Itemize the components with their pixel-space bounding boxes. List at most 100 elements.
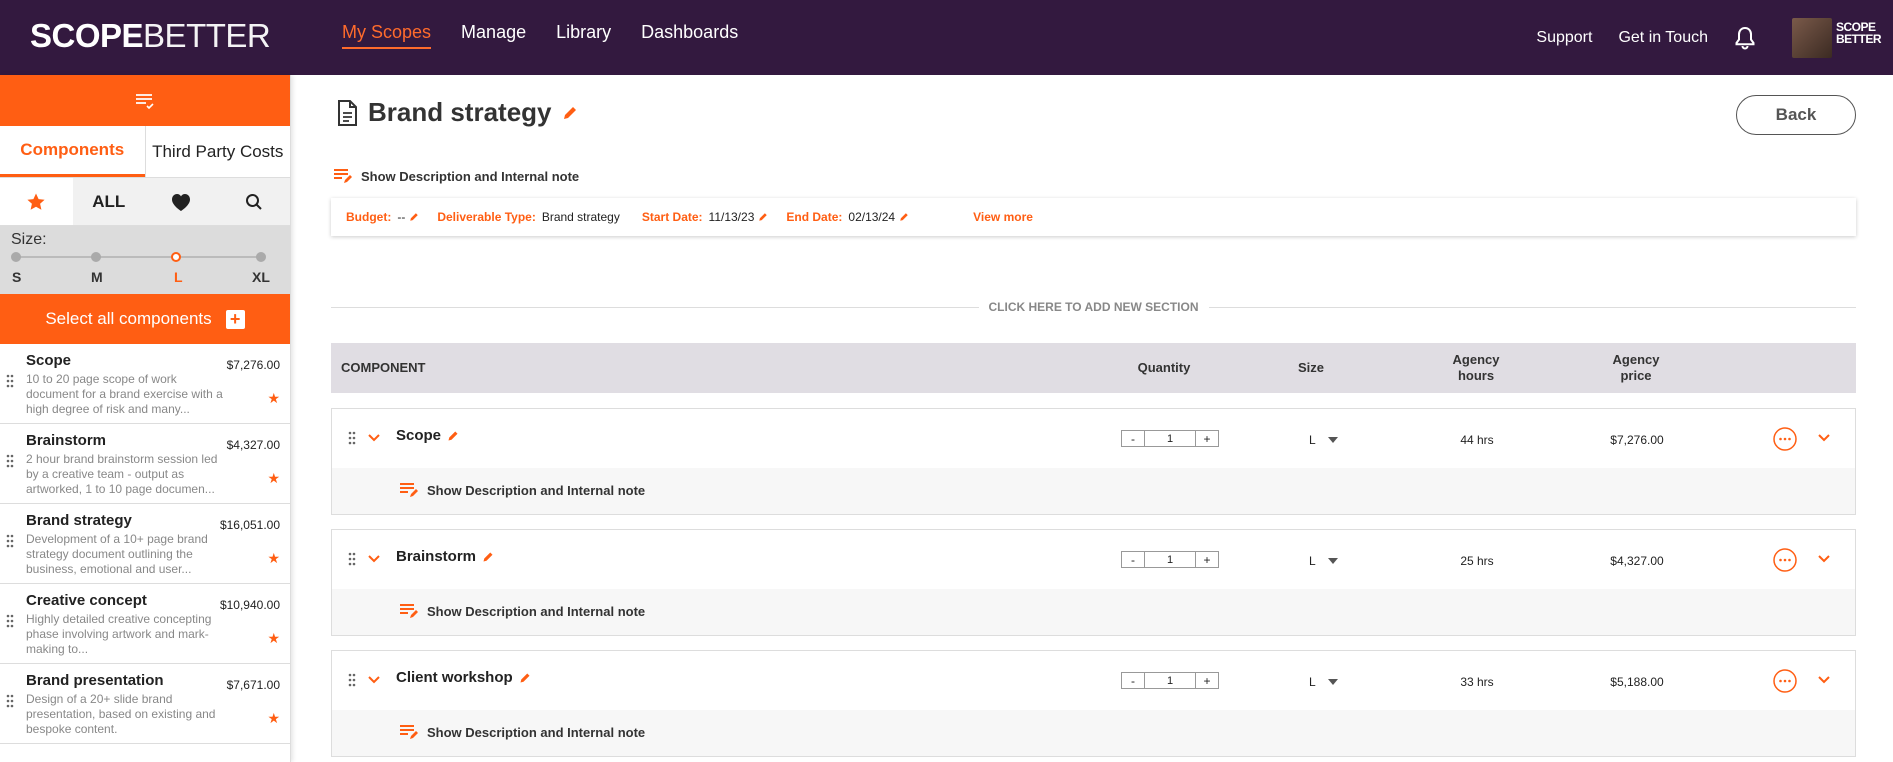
size-value: L: [1309, 675, 1316, 689]
tab-third-party-costs[interactable]: Third Party Costs: [144, 126, 291, 177]
list-item[interactable]: Brand strategy $16,051.00 Development of…: [0, 504, 290, 584]
nav-library[interactable]: Library: [556, 22, 611, 49]
show-description-toggle[interactable]: Show Description and Internal note: [399, 482, 645, 498]
filter-all[interactable]: ALL: [73, 178, 146, 225]
list-item[interactable]: Scope $7,276.00 10 to 20 page scope of w…: [0, 344, 290, 424]
get-in-touch-link[interactable]: Get in Touch: [1618, 29, 1708, 47]
increment-button[interactable]: +: [1195, 672, 1219, 689]
more-options-icon[interactable]: [1773, 669, 1797, 693]
nav-manage[interactable]: Manage: [461, 22, 526, 49]
drag-handle-icon[interactable]: [6, 614, 14, 628]
view-more-link[interactable]: View more: [973, 210, 1033, 224]
col-agency-hours: Agency hours: [1426, 343, 1526, 393]
col-agency-price: Agency price: [1576, 343, 1696, 393]
size-select[interactable]: L: [1309, 554, 1338, 568]
caret-down-icon: [1327, 679, 1338, 685]
avatar[interactable]: [1792, 17, 1832, 58]
quantity-value[interactable]: 1: [1145, 430, 1195, 447]
size-slider-panel: Size: S M L XL: [0, 226, 290, 294]
collapse-chevron-icon[interactable]: [367, 554, 381, 564]
list-item[interactable]: Brainstorm $4,327.00 2 hour brand brains…: [0, 424, 290, 504]
drag-handle-icon[interactable]: [6, 534, 14, 548]
drag-handle-icon[interactable]: [348, 431, 356, 445]
component-description: Development of a 10+ page brand strategy…: [26, 532, 208, 576]
drag-handle-icon[interactable]: [348, 673, 356, 687]
size-text-xl: XL: [252, 269, 270, 285]
agency-price: $7,276.00: [1610, 433, 1664, 447]
star-icon[interactable]: ★: [267, 630, 280, 647]
star-icon[interactable]: ★: [267, 390, 280, 407]
drag-handle-icon[interactable]: [348, 552, 356, 566]
quantity-value[interactable]: 1: [1145, 551, 1195, 568]
edit-list-icon: [399, 724, 419, 740]
plus-icon: +: [225, 309, 245, 329]
size-stop-l[interactable]: [171, 252, 181, 262]
size-select[interactable]: L: [1309, 675, 1338, 689]
support-link[interactable]: Support: [1536, 29, 1592, 47]
select-all-label: Select all components: [45, 309, 212, 328]
budget-field[interactable]: Budget: --: [346, 210, 419, 224]
add-section-divider[interactable]: CLICK HERE TO ADD NEW SECTION: [331, 300, 1856, 314]
bell-icon[interactable]: [1734, 26, 1756, 50]
filter-liked[interactable]: [145, 178, 218, 225]
size-stop-xl[interactable]: [256, 252, 266, 262]
star-icon[interactable]: ★: [267, 470, 280, 487]
app-logo[interactable]: SCOPE BETTER: [30, 17, 271, 55]
edit-pencil-icon[interactable]: [409, 212, 419, 222]
collapse-chevron-icon[interactable]: [367, 675, 381, 685]
start-date-field[interactable]: Start Date: 11/13/23: [642, 210, 769, 224]
decrement-button[interactable]: -: [1121, 672, 1145, 689]
table-header: COMPONENT Quantity Size Agency hours Age…: [331, 343, 1856, 393]
collapse-chevron-icon[interactable]: [367, 433, 381, 443]
show-description-toggle[interactable]: Show Description and Internal note: [399, 603, 645, 619]
tab-components[interactable]: Components: [0, 126, 145, 177]
increment-button[interactable]: +: [1195, 551, 1219, 568]
scope-editor: Brand strategy Back Show Description and…: [291, 75, 1893, 762]
filter-favorites-star[interactable]: [0, 178, 73, 225]
chevron-down-icon[interactable]: [1817, 675, 1831, 685]
add-section-label[interactable]: CLICK HERE TO ADD NEW SECTION: [978, 300, 1209, 314]
heart-icon: [170, 192, 192, 212]
chevron-down-icon[interactable]: [1817, 433, 1831, 443]
edit-pencil-icon[interactable]: [562, 105, 578, 121]
nav-my-scopes[interactable]: My Scopes: [342, 22, 432, 49]
show-description-toggle[interactable]: Show Description and Internal note: [399, 724, 645, 740]
filter-search[interactable]: [218, 178, 291, 225]
more-options-icon[interactable]: [1773, 427, 1797, 451]
show-description-toggle[interactable]: Show Description and Internal note: [333, 168, 579, 184]
show-description-label: Show Description and Internal note: [361, 168, 580, 184]
select-all-components-button[interactable]: Select all components +: [0, 294, 290, 344]
list-item[interactable]: Brand presentation $7,671.00 Design of a…: [0, 664, 290, 744]
size-stop-s[interactable]: [11, 252, 21, 262]
edit-pencil-icon[interactable]: [447, 430, 459, 442]
size-stop-m[interactable]: [91, 252, 101, 262]
drag-handle-icon[interactable]: [6, 454, 14, 468]
decrement-button[interactable]: -: [1121, 430, 1145, 447]
star-icon[interactable]: ★: [267, 550, 280, 567]
star-icon[interactable]: ★: [267, 710, 280, 727]
deliverable-type-label: Deliverable Type:: [437, 210, 536, 224]
drag-handle-icon[interactable]: [6, 694, 14, 708]
end-date-value: 02/13/24: [848, 210, 896, 224]
end-date-field[interactable]: End Date: 02/13/24: [786, 210, 909, 224]
edit-pencil-icon[interactable]: [519, 672, 531, 684]
list-item[interactable]: Creative concept $10,940.00 Highly detai…: [0, 584, 290, 664]
col-agency-hours-line1: Agency: [1452, 352, 1500, 367]
drag-handle-icon[interactable]: [6, 374, 14, 388]
size-text-s: S: [12, 269, 22, 285]
edit-pencil-icon[interactable]: [899, 212, 909, 222]
more-options-icon[interactable]: [1773, 548, 1797, 572]
size-slider-track[interactable]: [16, 256, 261, 258]
size-text-m: M: [91, 269, 103, 285]
size-select[interactable]: L: [1309, 433, 1338, 447]
nav-dashboards[interactable]: Dashboards: [641, 22, 738, 49]
component-description: Design of a 20+ slide brand presentation…: [26, 692, 216, 736]
quantity-value[interactable]: 1: [1145, 672, 1195, 689]
increment-button[interactable]: +: [1195, 430, 1219, 447]
back-button[interactable]: Back: [1736, 95, 1856, 135]
sidebar-toggle[interactable]: [0, 75, 290, 126]
chevron-down-icon[interactable]: [1817, 554, 1831, 564]
edit-pencil-icon[interactable]: [482, 551, 494, 563]
edit-pencil-icon[interactable]: [758, 212, 768, 222]
decrement-button[interactable]: -: [1121, 551, 1145, 568]
